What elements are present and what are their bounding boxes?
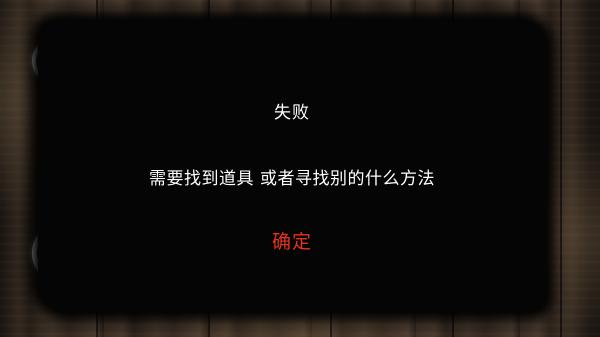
confirm-button[interactable]: 确定: [262, 223, 322, 258]
dialog-message: 需要找到道具 或者寻找别的什么方法: [149, 169, 435, 189]
dialog-title: 失败: [274, 103, 310, 123]
game-scene: 失败 需要找到道具 或者寻找别的什么方法 确定: [0, 0, 600, 337]
failure-dialog: 失败 需要找到道具 或者寻找别的什么方法 确定: [38, 20, 546, 312]
plank-seam: [560, 0, 562, 337]
